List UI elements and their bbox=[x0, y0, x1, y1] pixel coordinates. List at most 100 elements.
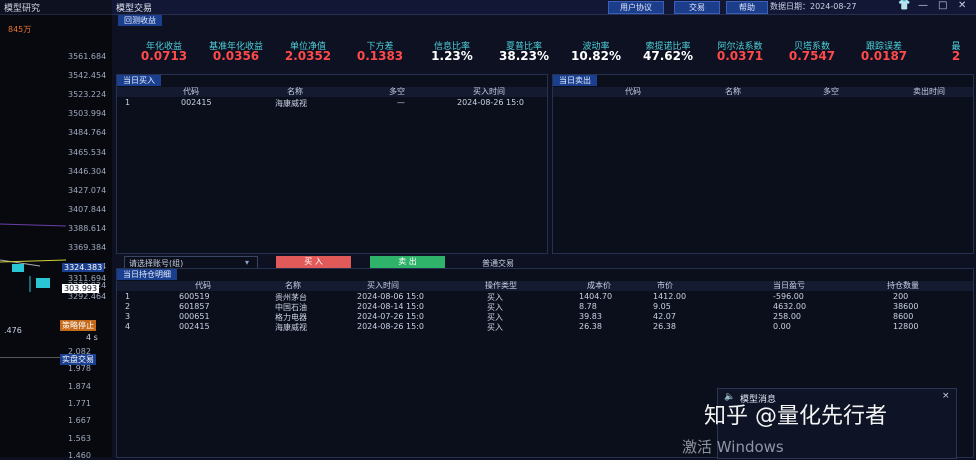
tab-backtest[interactable]: 回测收益 bbox=[118, 15, 162, 26]
current-price-tag: 3324.383 bbox=[62, 263, 105, 272]
table-row[interactable]: 1 600519 贵州茅台 2024-08-06 15:0 买入 1404.70 1412.… bbox=[117, 292, 973, 302]
price-tick: 3503.994 bbox=[68, 109, 107, 119]
table-cell: 42.07 bbox=[653, 312, 676, 321]
table-cell: 4632.00 bbox=[773, 302, 807, 311]
metric-value: 0.7547 bbox=[788, 49, 836, 63]
lower-tick: 2.082 bbox=[68, 347, 91, 356]
header-sell-time: 卖出时间 bbox=[913, 87, 945, 96]
table-cell: -596.00 bbox=[773, 292, 804, 301]
holdings-header: 名称 bbox=[285, 281, 301, 290]
table-cell: 2 bbox=[125, 302, 131, 311]
main-panel: 模型交易 用户协议 交易 帮助 数据日期：2024-08-27 👕 — □ ✕ … bbox=[112, 0, 976, 459]
table-cell: 2024-08-06 15:0 bbox=[357, 292, 424, 301]
table-cell: 9.05 bbox=[653, 302, 671, 311]
buy-button[interactable]: 买 入 bbox=[276, 256, 351, 268]
metric-value: 0.1383 bbox=[356, 49, 404, 63]
table-cell: 2024-08-26 15:0 bbox=[357, 322, 424, 331]
table-cell: 1 bbox=[125, 292, 131, 301]
price-tick: 3484.764 bbox=[68, 128, 107, 138]
price-chart bbox=[0, 223, 66, 292]
table-cell: 2024-08-14 15:0 bbox=[357, 302, 424, 311]
metric-value: 10.82% bbox=[571, 49, 621, 63]
lower-tick: 1.563 bbox=[68, 433, 91, 443]
table-cell: 1404.70 bbox=[579, 292, 613, 301]
indicator-value: .476 bbox=[4, 326, 22, 335]
price-tick: 3407.844 bbox=[68, 204, 107, 214]
table-cell: 8.78 bbox=[579, 302, 597, 311]
data-date: 数据日期：2024-08-27 bbox=[770, 2, 857, 11]
message-close-icon[interactable]: × bbox=[942, 391, 950, 401]
header-name: 名称 bbox=[725, 87, 741, 96]
chevron-down-icon: ▾ bbox=[245, 258, 250, 267]
top-bar: 模型交易 用户协议 交易 帮助 数据日期：2024-08-27 👕 — □ ✕ bbox=[112, 0, 976, 15]
maximize-icon[interactable]: □ bbox=[938, 0, 947, 11]
price-tick: 3523.224 bbox=[68, 90, 107, 100]
metric-value: 47.62% bbox=[643, 49, 693, 63]
tab-sell-today[interactable]: 当日卖出 bbox=[553, 75, 597, 86]
help-button[interactable]: 帮助 bbox=[726, 1, 768, 14]
buy-today-panel: 当日买入 代码 名称 多空 买入时间 1 002415 海康威视 — 2024-… bbox=[116, 74, 548, 254]
header-longshort: 多空 bbox=[389, 87, 405, 96]
user-agreement-button[interactable]: 用户协议 bbox=[608, 1, 664, 14]
close-icon[interactable]: ✕ bbox=[958, 0, 966, 11]
metric-value: 0.0713 bbox=[140, 49, 188, 63]
table-cell: 000651 bbox=[179, 312, 210, 321]
holdings-header: 操作类型 bbox=[485, 281, 517, 290]
price-tick: 3369.384 bbox=[68, 243, 107, 252]
table-cell: 4 bbox=[125, 322, 131, 331]
metric-value: 1.23% bbox=[431, 49, 473, 63]
lower-tick: 1.771 bbox=[68, 398, 91, 408]
price-tick-3311: 3311.694 bbox=[68, 274, 107, 283]
table-cell: 258.00 bbox=[773, 312, 801, 321]
tab-buy-today[interactable]: 当日买入 bbox=[117, 75, 161, 86]
metric-value: 2 bbox=[951, 49, 961, 63]
sell-button[interactable]: 卖 出 bbox=[370, 256, 445, 268]
seconds-label: 4 s bbox=[86, 333, 98, 342]
windows-activation-notice: 激活 Windows bbox=[682, 438, 784, 456]
header-code: 代码 bbox=[625, 87, 641, 96]
table-row[interactable]: 3 000651 格力电器 2024-07-26 15:0 买入 39.83 42.07 25… bbox=[117, 312, 973, 322]
trade-button[interactable]: 交易 bbox=[674, 1, 720, 14]
table-cell: 2024-07-26 15:0 bbox=[357, 312, 424, 321]
strategy-stop-button[interactable]: 策略停止 bbox=[60, 320, 96, 331]
tab-holdings[interactable]: 当日持仓明细 bbox=[117, 269, 177, 280]
table-cell: 1412.00 bbox=[653, 292, 687, 301]
metric-value: 2.0352 bbox=[284, 49, 332, 63]
holdings-header: 持仓数量 bbox=[887, 281, 919, 290]
table-cell: 买入 bbox=[487, 323, 503, 332]
holdings-header: 成本价 bbox=[587, 281, 611, 290]
table-row[interactable]: 1 002415 海康威视 — 2024-08-26 15:0 bbox=[117, 98, 547, 108]
buy-table-header: 代码 名称 多空 买入时间 bbox=[117, 87, 547, 97]
table-cell: 601857 bbox=[179, 302, 210, 311]
holdings-header: 代码 bbox=[195, 281, 211, 290]
sell-today-panel: 当日卖出 代码 名称 多空 卖出时间 bbox=[552, 74, 974, 254]
metric-value: 38.23% bbox=[499, 49, 549, 63]
header-code: 代码 bbox=[183, 87, 199, 96]
holdings-table-header: 代码 名称 买入时间 操作类型 成本价 市价 当日盈亏 持仓数量 bbox=[117, 281, 973, 291]
metric-value: 0.0187 bbox=[860, 49, 908, 63]
minimize-icon[interactable]: — bbox=[918, 0, 928, 11]
price-tick: 3542.454 bbox=[68, 71, 107, 81]
lower-tick: 1.874 bbox=[68, 381, 91, 391]
table-cell: 38600 bbox=[893, 302, 919, 311]
table-cell: 39.83 bbox=[579, 312, 602, 321]
metric-value: 0.0371 bbox=[716, 49, 764, 63]
table-cell: 12800 bbox=[893, 322, 919, 331]
table-cell: 600519 bbox=[179, 292, 210, 301]
lower-tick: 1.667 bbox=[68, 416, 91, 426]
header-buy-time: 买入时间 bbox=[473, 87, 505, 96]
chart-strip: 模型研究 845万 3561.684 3542.454 3523.224 3503.9… bbox=[0, 0, 113, 460]
table-row[interactable]: 2 601857 中国石油 2024-08-14 15:0 买入 8.78 9.05 4632… bbox=[117, 302, 973, 312]
sell-table-header: 代码 名称 多空 卖出时间 bbox=[553, 87, 973, 97]
header-longshort: 多空 bbox=[823, 87, 839, 96]
lower-tick: 1.978 bbox=[68, 364, 91, 374]
table-cell: 200 bbox=[893, 292, 909, 301]
table-row[interactable]: 4 002415 海康威视 2024-08-26 15:0 买入 26.38 26.38 0.… bbox=[117, 322, 973, 332]
holdings-header: 市价 bbox=[657, 281, 673, 290]
watermark: 知乎 @量化先行者 bbox=[704, 404, 887, 429]
shirt-icon[interactable]: 👕 bbox=[898, 0, 910, 11]
table-cell: 3 bbox=[125, 312, 131, 321]
lower-tick: 1.460 bbox=[68, 450, 91, 460]
price-tick: 3561.684 bbox=[68, 52, 107, 61]
header-name: 名称 bbox=[287, 87, 303, 96]
